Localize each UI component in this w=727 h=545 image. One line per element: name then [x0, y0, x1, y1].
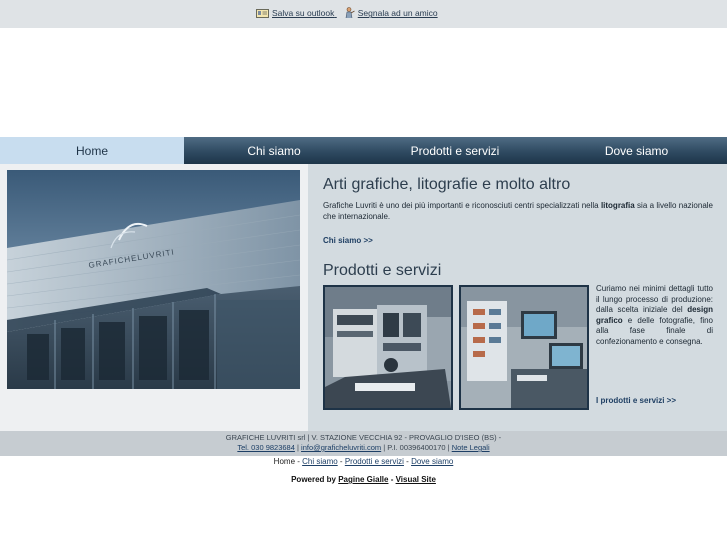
powered-dash: - — [388, 475, 396, 484]
powered-by: Powered by Pagine Gialle - Visual Site — [0, 475, 727, 484]
pagine-gialle-link[interactable]: Pagine Gialle — [338, 475, 388, 484]
products-more-link[interactable]: I prodotti e servizi >> — [596, 396, 676, 405]
footer-address: GRAFICHE LUVRITI srl | V. STAZIONE VECCH… — [225, 433, 502, 442]
nav-home[interactable]: Home — [0, 137, 184, 164]
bottom-nav-sep: - — [337, 457, 345, 466]
section-title-prodotti: Prodotti e servizi — [323, 262, 442, 279]
tell-friend-link[interactable]: Segnala ad un amico — [345, 7, 438, 21]
bottom-nav-where[interactable]: Dove siamo — [411, 457, 453, 466]
printing-press-photo — [323, 285, 453, 410]
footer-contacts: Tel. 030 9823684 | info@graficheluvriti.… — [0, 443, 727, 452]
main-content: GRAFICHELUVRITI Arti grafiche, litografi… — [0, 164, 727, 431]
nav-about[interactable]: Chi siamo — [184, 137, 364, 164]
top-links: Salva su outlook Segnala ad un amico — [256, 7, 446, 21]
plotter-monitor-photo — [459, 285, 589, 410]
bottom-nav: Home - Chi siamo - Prodotti e servizi - … — [0, 457, 727, 466]
footer-legal-link[interactable]: Note Legali — [452, 443, 490, 452]
products-text: Curiamo nei minimi dettagli tutto il lun… — [596, 284, 713, 347]
main-nav: Home Chi siamo Prodotti e servizi Dove s… — [0, 137, 727, 164]
footer-email-link[interactable]: info@graficheluvriti.com — [301, 443, 381, 452]
powered-label: Powered by — [291, 475, 339, 484]
footer: GRAFICHE LUVRITI srl | V. STAZIONE VECCH… — [0, 431, 727, 456]
about-more-link[interactable]: Chi siamo >> — [323, 236, 373, 245]
person-pointing-icon — [345, 7, 355, 21]
section-title-arti: Arti grafiche, litografie e molto altro — [323, 176, 571, 193]
top-bar: Salva su outlook Segnala ad un amico — [0, 0, 727, 28]
footer-phone-link[interactable]: Tel. 030 9823684 — [237, 443, 295, 452]
nav-where[interactable]: Dove siamo — [546, 137, 727, 164]
save-outlook-link[interactable]: Salva su outlook — [256, 8, 337, 18]
footer-vat: | P.I. 00396400170 | — [381, 443, 452, 452]
intro-text: Grafiche Luvriti è uno dei più important… — [323, 200, 713, 222]
outlook-card-icon — [256, 8, 269, 20]
tell-friend-label: Segnala ad un amico — [357, 8, 438, 19]
content-panel: Arti grafiche, litografie e molto altro … — [308, 164, 727, 431]
intro-text-a: Grafiche Luvriti è uno dei più important… — [323, 201, 601, 210]
intro-text-bold: litografia — [600, 201, 635, 210]
nav-products[interactable]: Prodotti e servizi — [364, 137, 546, 164]
building-photo: GRAFICHELUVRITI — [7, 170, 300, 389]
save-outlook-label: Salva su outlook — [272, 8, 335, 19]
bottom-nav-sep: - — [403, 457, 412, 466]
visual-site-link[interactable]: Visual Site — [396, 475, 436, 484]
bottom-nav-home[interactable]: Home — [274, 457, 295, 466]
bottom-nav-products[interactable]: Prodotti e servizi — [345, 457, 404, 466]
bottom-nav-about[interactable]: Chi siamo — [302, 457, 338, 466]
